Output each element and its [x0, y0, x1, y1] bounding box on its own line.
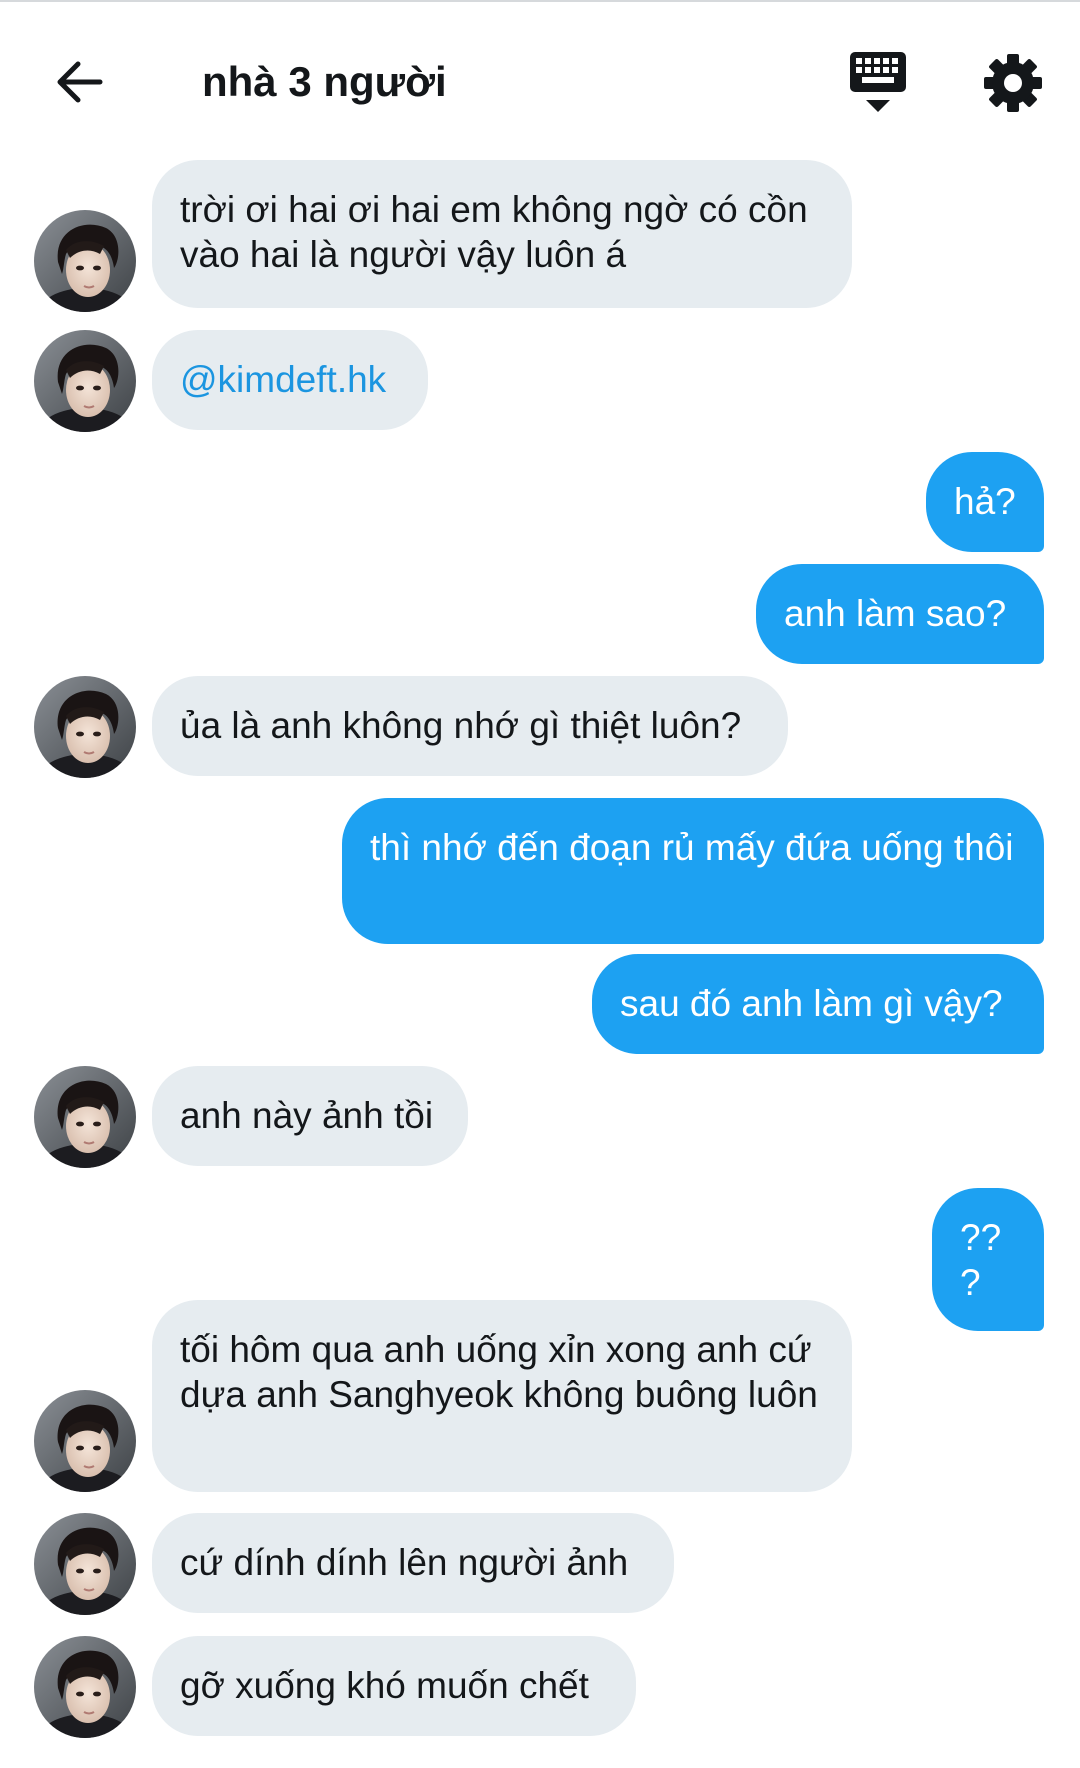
- message-bubble[interactable]: tối hôm qua anh uống xỉn xong anh cứ dựa…: [152, 1300, 852, 1492]
- conversation-title: nhà 3 người: [202, 58, 447, 105]
- message-bubble[interactable]: ủa là anh không nhớ gì thiệt luôn?: [152, 676, 788, 776]
- message-text: thì nhớ đến đoạn rủ mấy đứa uống thôi: [370, 827, 1014, 868]
- message-text: ???: [960, 1217, 1002, 1303]
- message-text: anh làm sao?: [784, 593, 1007, 634]
- message-bubble[interactable]: gỡ xuống khó muốn chết: [152, 1636, 636, 1736]
- message-text: cứ dính dính lên người ảnh: [180, 1542, 629, 1583]
- avatar[interactable]: [34, 210, 136, 312]
- message-bubble[interactable]: trời ơi hai ơi hai em không ngờ có cồn v…: [152, 160, 852, 308]
- message-bubble[interactable]: ???: [932, 1188, 1044, 1331]
- message-text: ủa là anh không nhớ gì thiệt luôn?: [180, 705, 742, 746]
- keyboard-icon: [850, 52, 906, 112]
- keyboard-button[interactable]: [846, 50, 910, 120]
- avatar[interactable]: [34, 1066, 136, 1168]
- message-text: hả?: [954, 481, 1016, 522]
- message-bubble[interactable]: anh này ảnh tồi: [152, 1066, 468, 1166]
- settings-button[interactable]: [982, 52, 1044, 114]
- message-bubble[interactable]: @kimdeft.hk: [152, 330, 428, 430]
- avatar[interactable]: [34, 330, 136, 432]
- message-bubble[interactable]: hả?: [926, 452, 1044, 552]
- message-text: anh này ảnh tồi: [180, 1095, 434, 1136]
- message-text: sau đó anh làm gì vậy?: [620, 983, 1003, 1024]
- message-text: trời ơi hai ơi hai em không ngờ có cồn v…: [180, 189, 808, 275]
- conversation-header: nhà 3 người: [0, 2, 1080, 152]
- message-bubble[interactable]: anh làm sao?: [756, 564, 1044, 664]
- mention-link[interactable]: @kimdeft.hk: [180, 359, 386, 400]
- message-text: tối hôm qua anh uống xỉn xong anh cứ dựa…: [180, 1329, 818, 1415]
- arrow-left-icon: [57, 61, 103, 103]
- message-bubble[interactable]: cứ dính dính lên người ảnh: [152, 1513, 674, 1613]
- message-bubble[interactable]: sau đó anh làm gì vậy?: [592, 954, 1044, 1054]
- message-bubble[interactable]: thì nhớ đến đoạn rủ mấy đứa uống thôi: [342, 798, 1044, 944]
- message-text: gỡ xuống khó muốn chết: [180, 1665, 589, 1706]
- back-button[interactable]: [48, 52, 112, 112]
- avatar[interactable]: [34, 1636, 136, 1738]
- avatar[interactable]: [34, 676, 136, 778]
- avatar[interactable]: [34, 1513, 136, 1615]
- avatar[interactable]: [34, 1390, 136, 1492]
- gear-icon: [984, 54, 1042, 112]
